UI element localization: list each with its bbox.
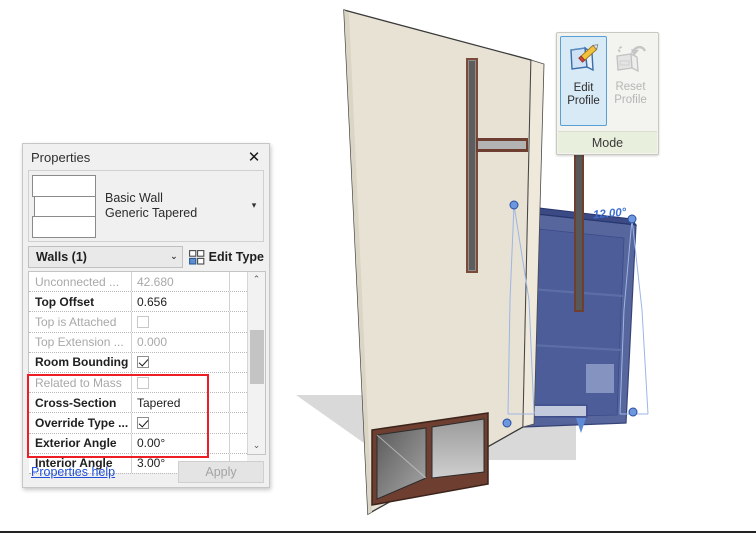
model-viewport[interactable]: 12.00° 12.00° — [276, 0, 756, 525]
preview-block-middle — [34, 196, 96, 217]
table-row[interactable]: Top is Attached — [29, 312, 247, 333]
ribbon-mode-panel: Edit Profile Reset Profile Mode — [556, 32, 659, 155]
property-name: Top Extension ... — [29, 332, 132, 352]
apply-button[interactable]: Apply — [178, 461, 264, 483]
property-value[interactable]: 0.00° — [132, 433, 229, 453]
property-row-strip — [229, 413, 247, 433]
property-value[interactable] — [132, 312, 229, 332]
edit-profile-icon — [569, 44, 598, 72]
property-row-strip — [229, 272, 247, 292]
property-name: Exterior Angle — [29, 433, 132, 453]
property-name: Unconnected ... — [29, 272, 132, 292]
properties-palette: Properties ✕ Basic Wall Generic Tapered … — [22, 143, 270, 488]
property-value[interactable]: 42.680 — [132, 272, 229, 292]
edit-profile-button[interactable]: Edit Profile — [560, 36, 607, 126]
property-row-strip — [229, 393, 247, 413]
properties-titlebar: Properties ✕ — [23, 144, 269, 170]
property-row-strip — [229, 332, 247, 352]
properties-table-wrap: Unconnected ... 42.680 Top Offset 0.656 Top … — [28, 271, 266, 474]
type-selector[interactable]: Basic Wall Generic Tapered ▾ — [28, 170, 264, 242]
properties-help-link[interactable]: Properties help — [28, 465, 178, 479]
property-value[interactable] — [132, 413, 229, 433]
property-name: Related to Mass — [29, 372, 132, 393]
table-row[interactable]: Cross-Section Tapered — [29, 393, 247, 414]
checkbox-unchecked[interactable] — [137, 315, 149, 328]
properties-title: Properties — [31, 149, 91, 165]
properties-table: Unconnected ... 42.680 Top Offset 0.656 Top … — [29, 272, 247, 474]
property-name: Room Bounding — [29, 352, 132, 372]
edit-type-icon — [188, 249, 205, 265]
reset-profile-button[interactable]: Reset Profile — [607, 36, 654, 126]
reset-profile-label-line2: Profile — [614, 93, 647, 106]
property-value[interactable] — [132, 352, 229, 372]
table-row[interactable]: Room Bounding — [29, 352, 247, 373]
property-row-strip — [229, 292, 247, 312]
edit-type-button[interactable]: Edit Type — [188, 249, 264, 265]
category-row: Walls (1) ⌄ Edit Type — [28, 246, 264, 268]
close-icon[interactable]: ✕ — [245, 148, 263, 166]
type-family-label: Basic Wall — [105, 191, 163, 205]
chevron-down-icon: ⌄ — [170, 252, 178, 262]
property-row-strip — [229, 372, 247, 393]
property-name: Top is Attached — [29, 312, 132, 332]
scrollbar-thumb[interactable] — [250, 330, 264, 384]
checkbox-checked[interactable] — [137, 356, 149, 369]
properties-scrollbar[interactable]: ⌃ ⌄ — [247, 272, 265, 454]
category-value: Walls (1) — [36, 250, 87, 264]
table-row[interactable]: Exterior Angle 0.00° — [29, 433, 247, 454]
category-select[interactable]: Walls (1) ⌄ — [28, 246, 183, 268]
apply-label: Apply — [205, 465, 237, 479]
edit-profile-label-line1: Edit — [573, 82, 594, 94]
table-row[interactable]: Unconnected ... 42.680 — [29, 272, 247, 293]
ribbon-panel-title: Mode — [558, 131, 657, 153]
window-assembly[interactable] — [371, 412, 489, 506]
property-value[interactable]: 0.000 — [132, 332, 229, 352]
property-row-strip — [229, 433, 247, 453]
property-name: Top Offset — [29, 292, 132, 312]
app-root: 12.00° 12.00° Edit Profile — [0, 0, 756, 539]
model-canvas[interactable] — [276, 0, 756, 525]
scroll-up-icon[interactable]: ⌃ — [248, 272, 265, 288]
table-row[interactable]: Top Offset 0.656 — [29, 292, 247, 313]
edit-type-label: Edit Type — [208, 250, 264, 264]
reset-profile-label-line1: Reset — [615, 81, 646, 93]
property-value[interactable] — [132, 372, 229, 393]
table-row[interactable]: Override Type ... — [29, 413, 247, 434]
property-name: Cross-Section — [29, 393, 132, 413]
ribbon-button-group: Edit Profile Reset Profile — [557, 33, 658, 130]
table-row[interactable]: Related to Mass — [29, 372, 247, 394]
property-value[interactable]: Tapered — [132, 393, 229, 413]
preview-block-bottom — [32, 216, 96, 238]
property-row-strip — [229, 312, 247, 332]
properties-footer: Properties help Apply — [23, 457, 269, 487]
checkbox-checked[interactable] — [137, 416, 149, 429]
edit-profile-label-line2: Profile — [567, 94, 600, 107]
type-labels: Basic Wall Generic Tapered — [105, 191, 245, 221]
window-bottom-edge — [0, 531, 756, 539]
property-value[interactable]: 0.656 — [132, 292, 229, 312]
property-name: Override Type ... — [29, 413, 132, 433]
reset-profile-icon — [615, 45, 646, 73]
type-preview-thumbnail — [31, 173, 99, 239]
property-row-strip — [229, 352, 247, 372]
preview-block-top — [32, 175, 96, 197]
chevron-down-icon[interactable]: ▾ — [245, 201, 263, 211]
scroll-down-icon[interactable]: ⌄ — [248, 438, 265, 454]
checkbox-unchecked[interactable] — [137, 376, 149, 389]
table-row[interactable]: Top Extension ... 0.000 — [29, 332, 247, 353]
type-name-label: Generic Tapered — [105, 206, 198, 220]
